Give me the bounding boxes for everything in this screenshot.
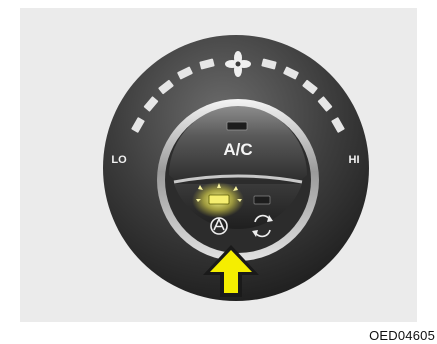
recirc-indicator xyxy=(253,195,271,205)
image-code: OED04605 xyxy=(369,328,435,343)
hi-label: HI xyxy=(349,154,360,166)
ac-label: A/C xyxy=(223,140,252,159)
auto-indicator xyxy=(208,194,230,205)
climate-control-knob: A/C LO HI xyxy=(103,35,369,301)
ac-indicator xyxy=(226,121,248,131)
lo-label: LO xyxy=(111,154,127,166)
